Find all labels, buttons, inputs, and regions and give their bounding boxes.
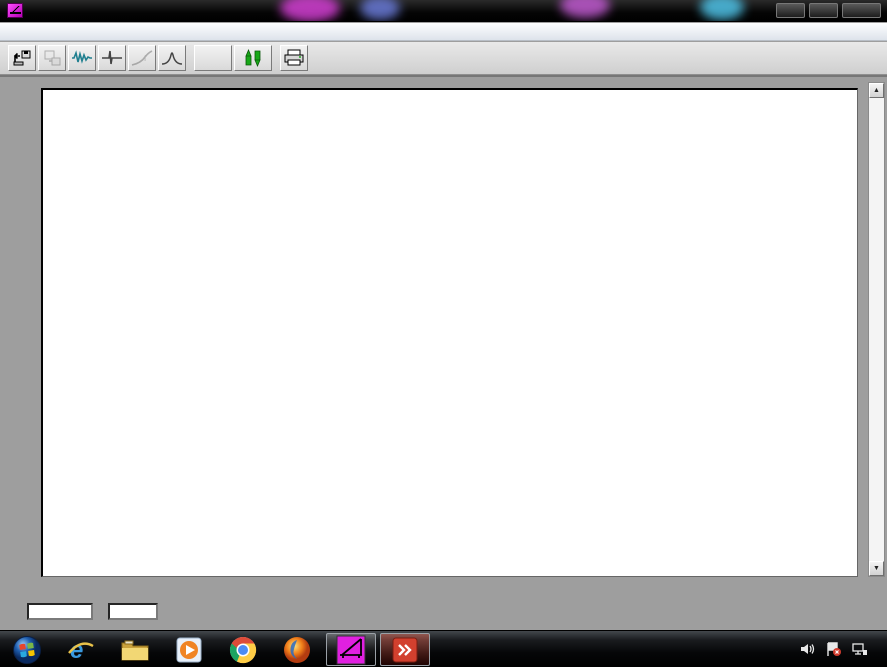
aero-glass-blob — [700, 0, 744, 20]
taskbar-start-button[interactable] — [0, 633, 54, 666]
aero-glass-blob — [360, 0, 400, 20]
title-bar — [0, 0, 887, 22]
gaussian-filter-button[interactable] — [158, 45, 186, 71]
chrome-icon — [228, 635, 258, 665]
scroll-up-down-button[interactable] — [234, 45, 272, 71]
internet-explorer-icon: e — [66, 635, 96, 665]
taskbar-internet-explorer[interactable]: e — [54, 633, 108, 666]
taskbar: e — [0, 630, 887, 667]
aux-field[interactable] — [108, 603, 158, 620]
open-file-icon — [12, 49, 32, 67]
helicorder-plot — [41, 88, 858, 577]
open-file-button[interactable] — [8, 45, 36, 71]
seismic-traces-canvas — [43, 90, 860, 579]
copy-view-button[interactable] — [38, 45, 66, 71]
firefox-icon — [282, 635, 312, 665]
printer-icon — [283, 49, 305, 67]
taskbar-firefox[interactable] — [270, 633, 324, 666]
spike-trace-icon — [101, 49, 123, 67]
frequency-filter-icon: f — [131, 49, 153, 67]
taskbar-windows-explorer[interactable] — [108, 633, 162, 666]
aero-glass-blob — [280, 0, 340, 22]
spike-trace-button[interactable] — [98, 45, 126, 71]
copy-icon — [42, 49, 62, 67]
media-player-icon — [174, 635, 204, 665]
vertical-scrollbar[interactable]: ▲ ▼ — [868, 82, 885, 577]
folder-icon — [119, 636, 151, 664]
taskbar-anydesk[interactable] — [380, 633, 430, 666]
frequency-filter-button[interactable]: f — [128, 45, 156, 71]
maximize-button[interactable] — [809, 3, 838, 18]
taskbar-media-player[interactable] — [162, 633, 216, 666]
start-time-field[interactable] — [27, 603, 93, 620]
close-button[interactable] — [842, 3, 881, 18]
scroll-up-arrow[interactable]: ▲ — [869, 83, 884, 98]
taskbar-seismograph-app[interactable] — [326, 633, 376, 666]
action-center-flag-icon[interactable] — [825, 642, 842, 657]
minimize-button[interactable] — [776, 3, 805, 18]
aero-glass-blob — [560, 0, 610, 18]
menu-bar — [0, 23, 887, 41]
now-button[interactable] — [194, 45, 232, 71]
up-down-arrows-icon — [240, 48, 266, 68]
waveform-view-button[interactable] — [68, 45, 96, 71]
windows-start-icon — [12, 635, 42, 665]
network-icon[interactable] — [851, 642, 868, 657]
app-window: f — [0, 0, 887, 667]
app-icon — [7, 3, 23, 18]
gaussian-curve-icon — [161, 49, 183, 67]
toolbar: f — [0, 42, 887, 75]
waveform-icon — [71, 49, 93, 67]
print-button[interactable] — [280, 45, 308, 71]
seismograph-app-icon — [335, 635, 367, 665]
volume-icon[interactable] — [800, 642, 816, 656]
scroll-down-arrow[interactable]: ▼ — [869, 561, 884, 576]
taskbar-chrome[interactable] — [216, 633, 270, 666]
anydesk-icon — [390, 635, 420, 665]
